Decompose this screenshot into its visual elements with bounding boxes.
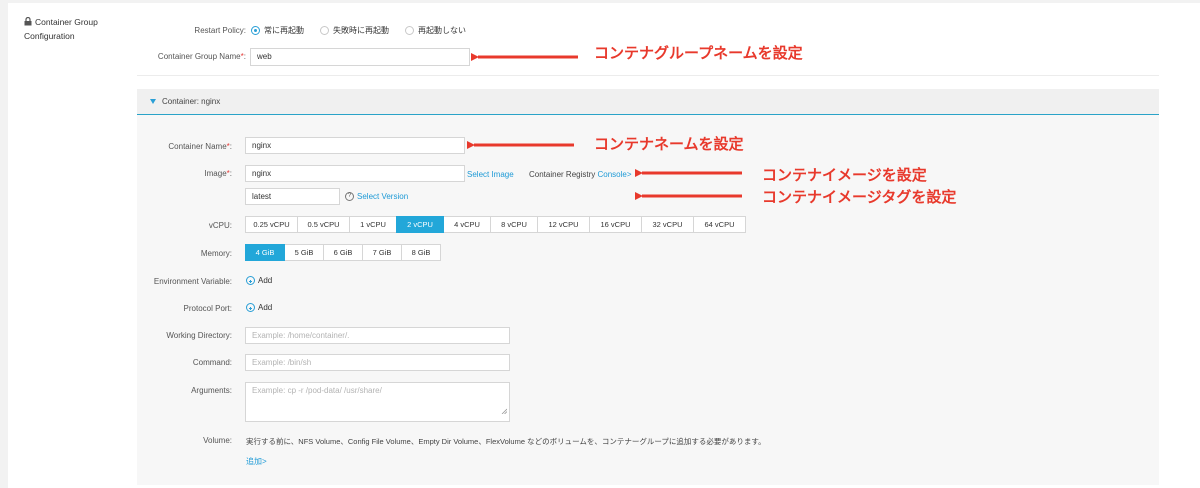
vcpu-option[interactable]: 0.25 vCPU [245, 216, 298, 233]
resize-grip-icon[interactable] [501, 405, 508, 419]
memory-option[interactable]: 8 GiB [401, 244, 441, 261]
restart-policy-radios: 常に再起動 失敗時に再起動 再起動しない [251, 25, 476, 36]
vcpu-option[interactable]: 8 vCPU [490, 216, 538, 233]
group-name-input[interactable]: web [250, 48, 470, 66]
memory-selector: 4 GiB 5 GiB 6 GiB 7 GiB 8 GiB [245, 244, 441, 261]
vcpu-label: vCPU: [208, 221, 232, 230]
vcpu-option[interactable]: 4 vCPU [443, 216, 491, 233]
plus-circle-icon [246, 303, 255, 312]
command-input[interactable]: Example: /bin/sh [245, 354, 510, 371]
vcpu-option[interactable]: 1 vCPU [349, 216, 397, 233]
image-input[interactable]: nginx [245, 165, 465, 182]
radio-unchecked-icon [405, 26, 414, 35]
memory-label: Memory: [200, 249, 232, 258]
container-name-input[interactable]: nginx [245, 137, 465, 154]
section-title: Container Group Configuration [24, 16, 98, 41]
env-var-add-button[interactable]: Add [246, 276, 272, 285]
vcpu-selector: 0.25 vCPU 0.5 vCPU 1 vCPU 2 vCPU 4 vCPU … [245, 216, 746, 233]
memory-option-selected[interactable]: 4 GiB [245, 244, 285, 261]
volume-add-link[interactable]: 追加> [246, 456, 267, 467]
vcpu-option[interactable]: 0.5 vCPU [297, 216, 350, 233]
protocol-port-label: Protocol Port: [183, 304, 232, 313]
annotation-container-name: コンテナネームを設定 [594, 135, 744, 153]
restart-policy-label: Restart Policy: [194, 26, 246, 35]
lock-icon [24, 16, 32, 30]
radio-checked-icon [251, 26, 260, 35]
divider [137, 75, 1159, 76]
command-label: Command: [192, 358, 232, 367]
arguments-label: Arguments: [191, 386, 232, 395]
container-name-label: Container Name*: [168, 142, 232, 151]
console-link[interactable]: Console> [597, 170, 631, 179]
select-version-link[interactable]: ? Select Version [345, 192, 408, 201]
restart-on-failure-radio[interactable]: 失敗時に再起動 [320, 25, 389, 36]
restart-never-radio[interactable]: 再起動しない [405, 25, 466, 36]
memory-option[interactable]: 7 GiB [362, 244, 402, 261]
select-image-link[interactable]: Select Image [467, 170, 514, 179]
env-var-label: Environment Variable: [153, 277, 232, 286]
arguments-textarea[interactable]: Example: cp -r /pod-data/ /usr/share/ [245, 382, 510, 422]
memory-option[interactable]: 5 GiB [284, 244, 324, 261]
working-dir-input[interactable]: Example: /home/container/. [245, 327, 510, 344]
group-name-label: Container Group Name*: [157, 52, 246, 61]
radio-unchecked-icon [320, 26, 329, 35]
volume-description: 実行する前に、NFS Volume、Config File Volume、Emp… [246, 437, 766, 446]
annotation-group-name: コンテナグループネームを設定 [594, 44, 803, 62]
memory-option[interactable]: 6 GiB [323, 244, 363, 261]
vcpu-option[interactable]: 12 vCPU [537, 216, 590, 233]
protocol-port-add-button[interactable]: Add [246, 303, 272, 312]
vcpu-option[interactable]: 64 vCPU [693, 216, 746, 233]
plus-circle-icon [246, 276, 255, 285]
caret-down-icon [150, 99, 156, 104]
working-dir-label: Working Directory: [166, 331, 232, 340]
vcpu-option[interactable]: 32 vCPU [641, 216, 694, 233]
image-label: Image*: [204, 169, 232, 178]
container-panel-header[interactable]: Container: nginx [137, 89, 1159, 115]
container-registry-console: Container Registry Console> [529, 170, 632, 179]
image-tag-input[interactable]: latest [245, 188, 340, 205]
restart-always-radio[interactable]: 常に再起動 [251, 25, 304, 36]
annotation-image-tag: コンテナイメージタグを設定 [762, 188, 957, 206]
vcpu-option[interactable]: 16 vCPU [589, 216, 642, 233]
annotation-image: コンテナイメージを設定 [762, 166, 927, 184]
vcpu-option-selected[interactable]: 2 vCPU [396, 216, 444, 233]
help-icon: ? [345, 192, 354, 201]
volume-label: Volume: [203, 436, 232, 445]
